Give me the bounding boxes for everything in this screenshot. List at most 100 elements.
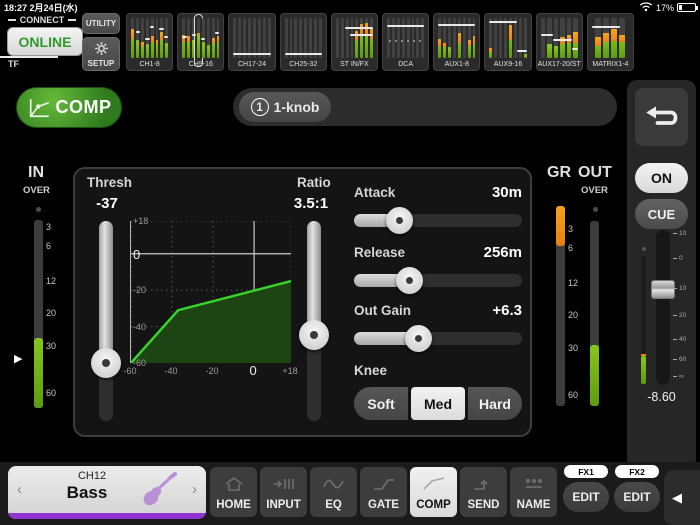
meter-bars [387,18,425,58]
dash-left [7,19,16,21]
meter-scale-label: 3 [568,224,574,234]
online-button[interactable]: ONLINE [7,27,83,56]
gate-icon [371,476,397,497]
fader-position-line [571,48,578,50]
meter-peak [573,32,578,43]
out-gain-slider[interactable] [354,325,522,352]
thresh-label: Thresh [87,175,133,190]
meter-group-aux9-16[interactable]: AUX9-16 [484,13,532,71]
tab-label: HOME [216,499,251,511]
meter-bar [150,18,154,58]
meter-group-ch17-24[interactable]: CH17-24 [228,13,276,71]
out-meter-label: OUT [578,164,612,181]
fader-position-line [284,52,322,55]
meter-bars [591,18,629,58]
cue-button[interactable]: CUE [635,199,688,229]
knee-option-med[interactable]: Med [411,387,465,420]
meter-group-aux1-8[interactable]: AUX1-8 [433,13,481,71]
tab-home[interactable]: HOME [210,467,257,517]
meter-bar [513,18,517,58]
meter-bars [489,18,527,58]
tab-send[interactable]: SEND [460,467,507,517]
fx-edit-button-fx1[interactable]: EDIT [563,482,609,512]
meter-peak [187,36,190,43]
meter-scale-label: 3 [46,222,52,232]
attack-slider-handle[interactable] [386,207,414,234]
meter-group-st-in-fx[interactable]: ST IN/FX [330,13,379,71]
thresh-slider[interactable] [91,221,121,421]
attack-slider[interactable] [354,207,522,234]
strip-level-meter [641,256,646,384]
comp-button[interactable]: COMP [16,87,122,128]
channel-on-button[interactable]: ON [635,163,688,193]
out-gain-value: +6.3 [492,302,522,319]
collapse-button[interactable]: ◀ [664,470,700,525]
fx-edit-button-fx2[interactable]: EDIT [614,482,660,512]
tab-label: NAME [516,499,551,511]
fader-scale: 10 0 10 20 40 60 ∞ [673,230,694,385]
meter-group-aux17-20-st[interactable]: AUX17-20/ST [535,13,583,71]
prev-channel-chevron[interactable]: ‹ [17,481,22,498]
meter-scale-label: 12 [46,276,57,286]
release-slider[interactable] [354,267,522,294]
meter-peak [150,35,154,43]
meter-fill [187,36,190,58]
meter-fill [135,39,139,58]
meter-peak [595,37,602,46]
out-meter-bar [590,221,599,406]
meter-group-ch1-8[interactable]: CH1-8 [126,13,174,71]
fader-track[interactable] [656,230,670,385]
knee-option-hard[interactable]: Hard [468,387,522,420]
meter-peak [155,39,159,45]
y-axis-label: +18 [133,216,149,226]
utility-button[interactable]: UTILITY [82,13,120,34]
release-slider-handle[interactable] [396,267,424,294]
meter-bar [140,18,144,58]
tab-input[interactable]: INPUT [260,467,307,517]
meter-scale-label: 30 [46,341,57,351]
meter-peak [130,29,134,40]
left-triangle-icon: ◀ [672,489,682,505]
channel-color-bar [8,513,206,519]
meter-group-dca[interactable]: DCA [382,13,430,71]
meter-group-ch25-32[interactable]: CH25-32 [279,13,327,71]
dca-dots [389,40,422,42]
knee-option-soft[interactable]: Soft [354,387,408,420]
meter-group-label: MATRIX1-4 [592,61,629,68]
eq-icon [321,476,347,497]
one-knob-button[interactable]: 1 1-knob [239,92,331,122]
ratio-slider-handle[interactable] [299,320,329,350]
tab-label: SEND [467,499,500,511]
out-gain-slider-handle[interactable] [404,325,432,352]
channel-selector[interactable]: CH12 Bass ‹ › [8,466,206,519]
back-button[interactable] [635,88,688,146]
meter-peak [211,38,215,43]
meter-bar [211,18,215,58]
setup-button[interactable]: SETUP [82,37,120,71]
screen-tabs: HOME INPUT EQ GATE COMP SEND NAME [210,467,557,517]
meter-bar [619,18,626,58]
fader-position-line [191,33,197,36]
meter-bars [130,18,169,58]
meter-bar [355,18,359,58]
fader-position-line [144,38,150,40]
tab-name[interactable]: NAME [510,467,557,517]
meter-group-label: ST IN/FX [340,61,369,68]
input-icon [271,476,297,497]
meter-group-ch9-16[interactable]: CH9-16 [177,13,225,71]
thresh-slider-handle[interactable] [91,348,121,378]
tab-eq[interactable]: EQ [310,467,357,517]
tab-comp[interactable]: COMP [410,467,457,517]
meter-fill [360,24,364,58]
tab-gate[interactable]: GATE [360,467,407,517]
meter-fill [547,44,552,58]
fader-position-line [214,32,220,34]
fader-handle[interactable] [651,280,675,300]
ratio-slider[interactable] [299,221,329,421]
meter-group-matrix1-4[interactable]: MATRIX1-4 [586,13,635,71]
bottom-bar: CH12 Bass ‹ › HOME INPUT EQ GATE COMP SEND NAM… [0,462,700,525]
next-channel-chevron[interactable]: › [192,481,197,498]
meter-peak [443,42,447,48]
fader-value: -8.60 [647,390,676,404]
meter-peak [509,25,512,40]
